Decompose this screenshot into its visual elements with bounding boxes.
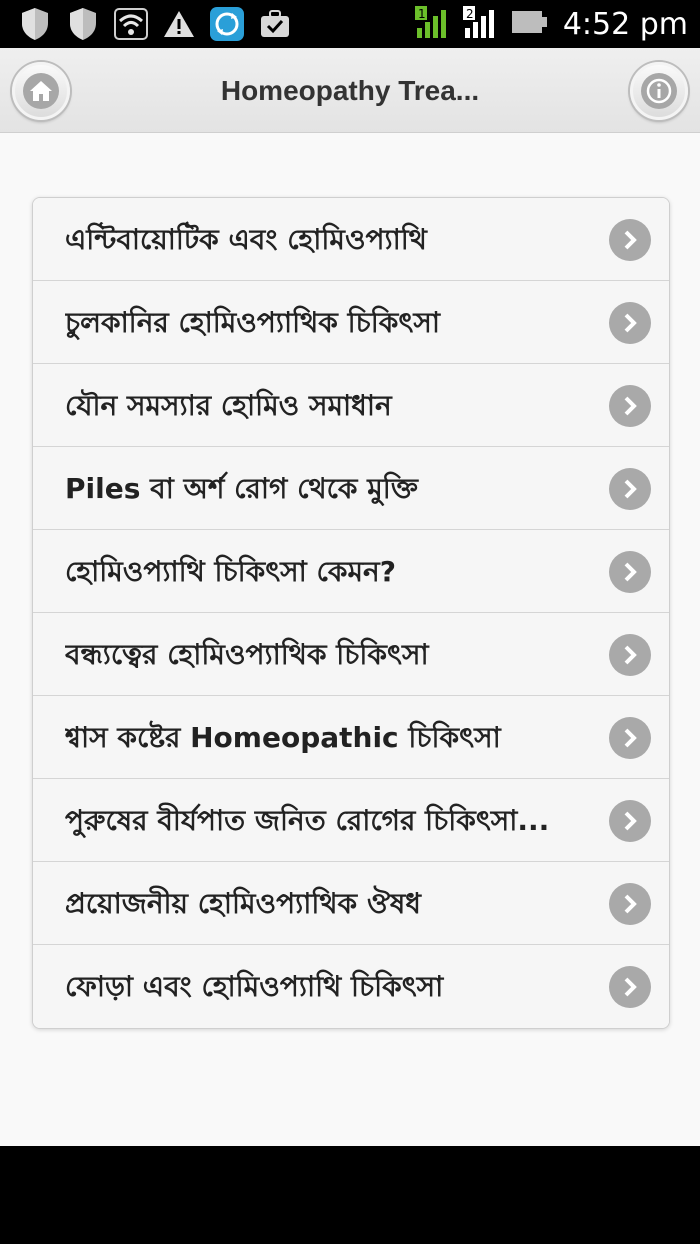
sync-app-icon [210,7,244,41]
wifi-icon [114,7,148,41]
list-item-label: চুলকানির হোমিওপ্যাথিক চিকিৎসা [65,306,440,339]
list-item-label: Piles বা অর্শ রোগ থেকে মুক্তি [65,472,418,505]
shield-icon [66,7,100,41]
chevron-right-icon [609,302,651,344]
list-item[interactable]: হোমিওপ্যাথি চিকিৎসা কেমন? [33,530,669,613]
svg-text:1: 1 [418,7,426,21]
list-item-label: যৌন সমস্যার হোমিও সমাধান [65,389,392,422]
clock: 4:52 pm [562,6,688,42]
shield-icon [18,7,52,41]
list-item-label: হোমিওপ্যাথি চিকিৎসা কেমন? [65,555,396,588]
battery-icon [511,9,549,39]
chevron-right-icon [609,219,651,261]
chevron-right-icon [609,800,651,842]
home-button[interactable] [12,62,70,120]
list-item-label: পুরুষের বীর্যপাত জনিত রোগের চিকিৎসা... [65,804,550,837]
list-item[interactable]: চুলকানির হোমিওপ্যাথিক চিকিৎসা [33,281,669,364]
warning-icon [162,7,196,41]
list-item[interactable]: পুরুষের বীর্যপাত জনিত রোগের চিকিৎসা... [33,779,669,862]
list-item[interactable]: ফোড়া এবং হোমিওপ্যাথি চিকিৎসা [33,945,669,1028]
chevron-right-icon [609,385,651,427]
chevron-right-icon [609,551,651,593]
chevron-right-icon [609,717,651,759]
signal-sim2-icon: 2 [462,4,497,44]
home-icon [23,73,59,109]
list-item-label: ফোড়া এবং হোমিওপ্যাথি চিকিৎসা [65,970,444,1003]
list-item[interactable]: Piles বা অর্শ রোগ থেকে মুক্তি [33,447,669,530]
list-item[interactable]: শ্বাস কষ্টের Homeopathic চিকিৎসা [33,696,669,779]
status-bar-system: 1 2 4:52 pm [414,4,688,44]
status-bar: 1 2 4:52 pm [0,0,700,48]
svg-text:2: 2 [466,7,474,21]
topic-list: এন্টিবায়োটিক এবং হোমিওপ্যাথি চুলকানির হ… [32,197,670,1029]
list-item[interactable]: এন্টিবায়োটিক এবং হোমিওপ্যাথি [33,198,669,281]
navigation-bar-area [0,1146,700,1244]
briefcase-check-icon [258,7,292,41]
list-item-label: শ্বাস কষ্টের Homeopathic চিকিৎসা [65,721,501,754]
list-item[interactable]: যৌন সমস্যার হোমিও সমাধান [33,364,669,447]
list-item[interactable]: প্রয়োজনীয় হোমিওপ্যাথিক ঔষধ [33,862,669,945]
list-item-label: প্রয়োজনীয় হোমিওপ্যাথিক ঔষধ [65,887,421,920]
info-icon [641,73,677,109]
list-item-label: এন্টিবায়োটিক এবং হোমিওপ্যাথি [65,223,427,256]
status-bar-notifications [18,7,292,41]
chevron-right-icon [609,468,651,510]
list-item[interactable]: বন্ধ্যত্বের হোমিওপ্যাথিক চিকিৎসা [33,613,669,696]
chevron-right-icon [609,634,651,676]
content-area: এন্টিবায়োটিক এবং হোমিওপ্যাথি চুলকানির হ… [0,133,700,1146]
chevron-right-icon [609,966,651,1008]
info-button[interactable] [630,62,688,120]
chevron-right-icon [609,883,651,925]
app-header: Homeopathy Trea... [0,48,700,133]
signal-sim1-icon: 1 [414,4,449,44]
page-title: Homeopathy Trea... [220,75,480,106]
list-item-label: বন্ধ্যত্বের হোমিওপ্যাথিক চিকিৎসা [65,638,429,671]
